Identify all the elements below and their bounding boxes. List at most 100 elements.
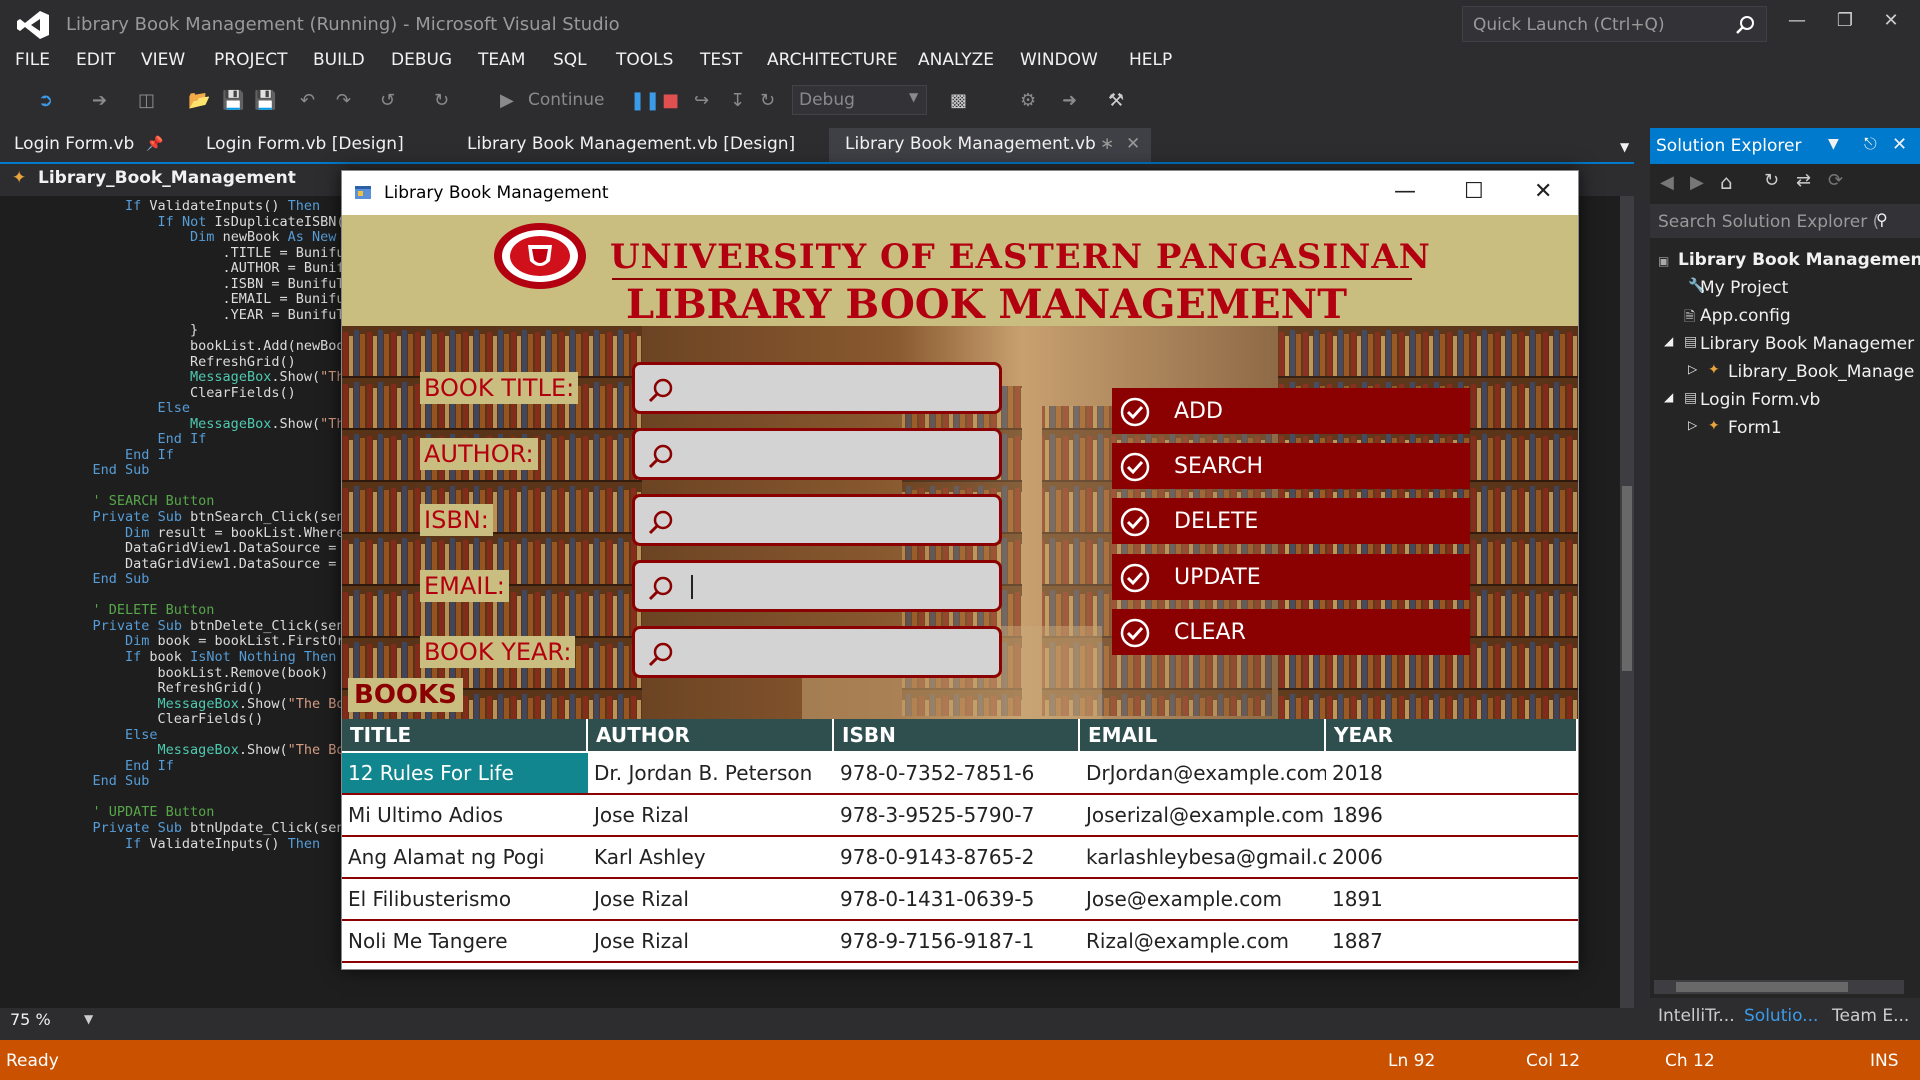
close-icon[interactable]: ✕ — [1534, 179, 1552, 204]
tab-library-design[interactable]: Library Book Management.vb [Design] — [467, 134, 795, 154]
menu-debug[interactable]: DEBUG — [391, 50, 452, 70]
code-line[interactable]: If book IsNot Nothing Then — [60, 649, 336, 665]
code-line[interactable]: End If — [60, 758, 174, 774]
code-line[interactable]: bookList.Remove(book) — [60, 665, 329, 681]
attach-icon[interactable]: ▩ — [950, 90, 967, 111]
delete-button[interactable]: DELETE — [1112, 498, 1470, 544]
code-line[interactable]: .TITLE = Bunifu — [60, 245, 345, 261]
code-line[interactable]: Dim result = bookList.Where — [60, 525, 344, 541]
pause-icon[interactable]: ❚❚ — [630, 90, 660, 111]
code-line[interactable]: End Sub — [60, 462, 150, 478]
book-year-input[interactable] — [632, 626, 1002, 678]
table-cell[interactable]: 2018 — [1326, 753, 1578, 793]
nav-class-dropdown[interactable]: Library_Book_Management — [38, 168, 296, 188]
table-cell[interactable]: 978-0-1431-0639-5 — [834, 879, 1080, 919]
tree-library-form[interactable]: Library Book Managemer — [1700, 334, 1914, 354]
minimize-icon[interactable]: — — [1782, 10, 1812, 34]
book-title-input[interactable] — [632, 362, 1002, 414]
table-cell-selected[interactable]: 12 Rules For Life — [342, 753, 588, 793]
collapse-icon[interactable]: ⟳ — [1828, 170, 1843, 191]
expand-arrow-icon[interactable]: ◢ — [1664, 390, 1673, 404]
tools-icon[interactable]: ⚒ — [1108, 90, 1124, 111]
close-icon[interactable]: ✕ — [1892, 134, 1907, 155]
menu-build[interactable]: BUILD — [313, 50, 365, 70]
code-line[interactable]: bookList.Add(newBoo — [60, 338, 344, 354]
expand-arrow-icon[interactable]: ◢ — [1664, 334, 1673, 348]
tree-form1[interactable]: Form1 — [1728, 418, 1782, 438]
column-header-email[interactable]: EMAIL — [1080, 719, 1326, 751]
find-icon[interactable]: ⚙ — [1020, 90, 1036, 111]
table-cell[interactable]: 2006 — [1326, 837, 1578, 877]
menu-test[interactable]: TEST — [700, 50, 742, 70]
code-line[interactable]: RefreshGrid() — [60, 680, 264, 696]
code-line[interactable]: MessageBox.Show("The Bo — [60, 696, 345, 712]
table-cell[interactable]: Rizal@example.com — [1080, 921, 1326, 961]
tab-solution-explorer[interactable]: Solutio... — [1744, 1006, 1818, 1026]
code-line[interactable]: MessageBox.Show("The Bo — [60, 742, 345, 758]
editor-vertical-scrollbar[interactable] — [1620, 196, 1634, 1008]
tree-my-project[interactable]: My Project — [1700, 278, 1788, 298]
show-next-statement-icon[interactable]: ↪ — [694, 90, 709, 111]
code-line[interactable]: MessageBox.Show("Th — [60, 416, 344, 432]
table-cell[interactable]: DrJordan@example.com — [1080, 753, 1326, 793]
maximize-icon[interactable]: ☐ — [1464, 179, 1484, 204]
menu-edit[interactable]: EDIT — [76, 50, 115, 70]
solution-search-input[interactable]: Search Solution Explorer ( ⚲ — [1650, 204, 1920, 238]
code-line[interactable]: .YEAR = BunifuT — [60, 307, 345, 323]
tab-library-code[interactable]: Library Book Management.vb — [845, 134, 1096, 154]
code-line[interactable]: Else — [60, 400, 191, 416]
table-cell[interactable]: Jose@example.com — [1080, 879, 1326, 919]
navigate-icon[interactable]: ➜ — [1062, 90, 1077, 111]
open-file-icon[interactable]: 📂 — [188, 90, 210, 111]
code-line[interactable]: DataGridView1.DataSource = — [60, 556, 336, 572]
code-line[interactable]: If ValidateInputs() Then — [60, 836, 320, 852]
table-cell[interactable]: 1887 — [1326, 921, 1578, 961]
solution-config-select[interactable]: Debug ▼ — [792, 85, 927, 115]
tree-login-form[interactable]: Login Form.vb — [1700, 390, 1820, 410]
menu-file[interactable]: FILE — [15, 50, 50, 70]
table-cell[interactable]: El Filibusterismo — [342, 879, 588, 919]
quick-launch-input[interactable]: Quick Launch (Ctrl+Q) — [1462, 6, 1767, 42]
code-line[interactable]: ' SEARCH Button — [60, 493, 215, 509]
isbn-input[interactable] — [632, 494, 1002, 546]
code-line[interactable]: RefreshGrid() — [60, 354, 296, 370]
clear-button[interactable]: CLEAR — [1112, 609, 1470, 655]
table-cell[interactable]: 978-3-9525-5790-7 — [834, 795, 1080, 835]
search-button[interactable]: SEARCH — [1112, 443, 1470, 489]
scrollbar-thumb[interactable] — [1676, 982, 1848, 992]
table-cell[interactable]: Dr. Jordan B. Peterson — [588, 753, 834, 793]
new-project-icon[interactable]: ◫ — [138, 90, 155, 111]
search-icon[interactable] — [1735, 15, 1755, 35]
forward-icon[interactable]: ➔ — [92, 90, 107, 111]
tab-login-form-vb[interactable]: Login Form.vb — [14, 134, 134, 154]
redo-dropdown-icon[interactable]: ↻ — [434, 90, 449, 111]
menu-help[interactable]: HELP — [1129, 50, 1172, 70]
menu-sql[interactable]: SQL — [553, 50, 587, 70]
menu-view[interactable]: VIEW — [141, 50, 185, 70]
zoom-dropdown-icon[interactable]: ▼ — [84, 1012, 93, 1026]
tree-app-config[interactable]: App.config — [1700, 306, 1791, 326]
tree-library-class[interactable]: Library_Book_Manage — [1728, 362, 1914, 382]
pin-icon[interactable]: 📌 — [146, 136, 163, 152]
code-line[interactable]: DataGridView1.DataSource = — [60, 540, 336, 556]
step-over-icon[interactable]: ↻ — [760, 90, 775, 111]
code-line[interactable]: ClearFields() — [60, 711, 264, 727]
continue-icon[interactable]: ▶ — [500, 90, 514, 111]
collapse-arrow-icon[interactable]: ▷ — [1688, 362, 1697, 376]
tab-intellitrace[interactable]: IntelliTr... — [1658, 1006, 1735, 1026]
table-cell[interactable]: 978-9-7156-9187-1 — [834, 921, 1080, 961]
scrollbar-thumb[interactable] — [1622, 486, 1632, 671]
collapse-arrow-icon[interactable]: ▷ — [1688, 418, 1697, 432]
pin-icon[interactable]: ⎋ — [1864, 134, 1877, 154]
email-input[interactable] — [632, 560, 1002, 612]
save-all-icon[interactable]: 💾 — [254, 90, 276, 111]
minimize-icon[interactable]: — — [1394, 179, 1416, 204]
table-cell[interactable]: Ang Alamat ng Pogi — [342, 837, 588, 877]
code-line[interactable]: MessageBox.Show("Th — [60, 369, 344, 385]
table-cell[interactable]: 1896 — [1326, 795, 1578, 835]
table-cell[interactable]: Noli Me Tangere — [342, 921, 588, 961]
code-line[interactable]: .ISBN = BunifuT — [60, 276, 345, 292]
stop-icon[interactable]: ■ — [662, 90, 679, 111]
column-header-title[interactable]: TITLE — [342, 719, 588, 751]
code-line[interactable]: Else — [60, 727, 158, 743]
